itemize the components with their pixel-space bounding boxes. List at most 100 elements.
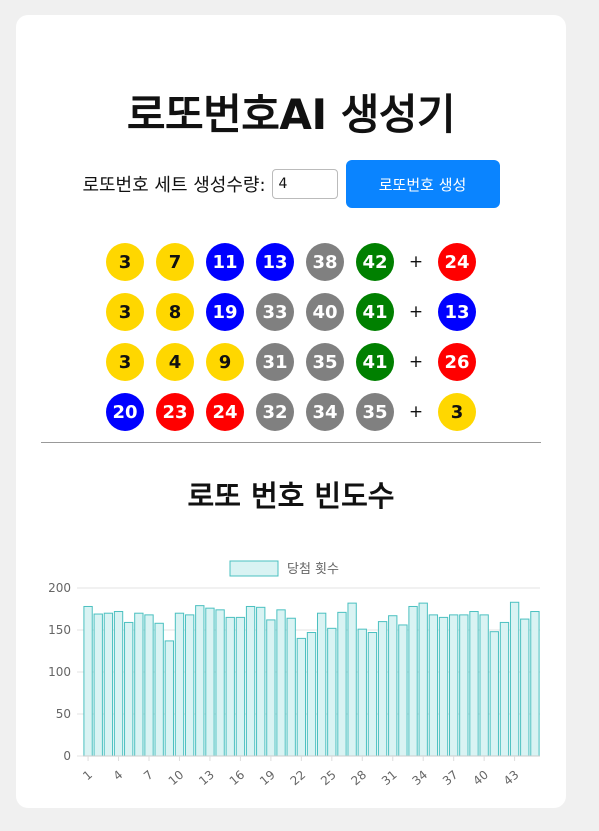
- plus-sign: +: [408, 252, 424, 272]
- bar-13: [205, 607, 215, 757]
- bar-45: [530, 611, 540, 757]
- bar-25: [327, 627, 337, 757]
- bar-43: [509, 601, 520, 757]
- controls-bar: 로또번호 세트 생성수량: 로또번호 생성: [16, 160, 566, 208]
- lotto-ball: 42: [356, 243, 394, 281]
- frequency-title: 로또 번호 빈도수: [187, 479, 395, 513]
- x-tick-label: 13: [196, 768, 217, 789]
- x-tick-label: 25: [318, 768, 339, 789]
- bar-44: [520, 618, 530, 757]
- bar-11: [184, 614, 195, 757]
- lotto-set-row: 3 8 19 33 40 41 +13: [16, 287, 566, 337]
- bar-41: [489, 631, 499, 757]
- bar-15: [225, 616, 235, 757]
- lotto-ball: 35: [356, 393, 394, 431]
- bar-4: [113, 611, 124, 757]
- x-tick-label: 40: [470, 768, 491, 789]
- x-tick-label: 31: [379, 768, 400, 789]
- y-tick-label: 0: [63, 749, 71, 763]
- bonus-ball: 24: [438, 243, 476, 281]
- divider: [41, 442, 541, 443]
- y-tick-label: 50: [56, 707, 71, 721]
- plus-sign: +: [408, 402, 424, 422]
- page-title: 로또번호AI 생성기: [126, 90, 456, 139]
- bar-36: [438, 616, 449, 757]
- x-tick-label: 43: [501, 768, 522, 789]
- lotto-ball: 3: [106, 293, 144, 331]
- x-tick-label: 34: [409, 768, 430, 789]
- bar-20: [276, 609, 286, 757]
- x-tick-label: 7: [141, 768, 156, 784]
- bar-23: [306, 632, 317, 757]
- x-tick-label: 19: [257, 768, 278, 789]
- bar-29: [367, 632, 378, 757]
- x-tick-label: 22: [288, 768, 309, 789]
- bar-26: [337, 611, 347, 757]
- lotto-ball: 41: [356, 293, 394, 331]
- bonus-ball: 13: [438, 293, 476, 331]
- lotto-ball: 3: [106, 343, 144, 381]
- bar-5: [124, 621, 134, 757]
- x-tick-label: 1: [80, 768, 95, 784]
- lotto-ball: 33: [256, 293, 294, 331]
- y-tick-label: 200: [48, 581, 71, 595]
- bar-14: [215, 609, 225, 757]
- lotto-ball: 3: [106, 243, 144, 281]
- set-count-input[interactable]: [271, 169, 338, 199]
- y-tick-label: 100: [48, 665, 71, 679]
- lotto-ball: 40: [306, 293, 344, 331]
- bar-19: [266, 619, 276, 757]
- bar-9: [164, 640, 174, 757]
- bar-10: [174, 612, 185, 757]
- lotto-ball: 4: [156, 343, 194, 381]
- bar-1: [83, 605, 93, 757]
- x-tick-label: 28: [349, 768, 370, 789]
- lotto-ball: 20: [106, 393, 144, 431]
- lotto-ball: 34: [306, 393, 344, 431]
- plus-sign: +: [408, 352, 424, 372]
- bar-40: [479, 614, 489, 757]
- bar-28: [357, 628, 367, 757]
- bar-39: [469, 611, 479, 757]
- bar-33: [408, 605, 418, 757]
- lotto-ball: 32: [256, 393, 294, 431]
- bar-7: [144, 614, 154, 757]
- bar-34: [418, 602, 428, 757]
- legend-swatch: [229, 560, 279, 577]
- x-tick-label: 10: [166, 768, 187, 789]
- bar-3: [103, 612, 114, 757]
- lotto-set-row: 3 7 11 13 38 42 +24: [16, 237, 566, 287]
- bar-35: [428, 614, 439, 757]
- bar-18: [256, 606, 266, 757]
- generate-button[interactable]: 로또번호 생성: [345, 160, 500, 208]
- x-tick-label: 16: [227, 768, 248, 789]
- bonus-ball: 3: [438, 393, 476, 431]
- bar-31: [388, 615, 398, 757]
- bar-12: [195, 605, 205, 757]
- lotto-ball: 38: [306, 243, 344, 281]
- bar-38: [459, 614, 469, 757]
- lotto-ball: 9: [206, 343, 244, 381]
- frequency-chart: 당첨 횟수 0 50 100 150 200 1 4 7 10 13 16 19 22 25 28 31 34 37…: [48, 560, 540, 789]
- lotto-ball: 7: [156, 243, 194, 281]
- bar-16: [235, 616, 246, 757]
- lotto-ball: 23: [156, 393, 194, 431]
- lotto-ball: 35: [306, 343, 344, 381]
- set-count-label: 로또번호 세트 생성수량:: [82, 175, 266, 196]
- legend-label: 당첨 횟수: [287, 562, 339, 577]
- x-tick-label: 37: [440, 768, 461, 789]
- bar-24: [316, 612, 327, 757]
- bar-21: [286, 617, 296, 757]
- bar-30: [377, 621, 388, 757]
- bonus-ball: 26: [438, 343, 476, 381]
- bar-6: [134, 612, 144, 757]
- bar-22: [296, 637, 307, 757]
- lotto-ball: 11: [206, 243, 244, 281]
- lotto-ball: 41: [356, 343, 394, 381]
- bar-37: [449, 614, 459, 757]
- bar-27: [347, 602, 357, 757]
- lotto-ball: 13: [256, 243, 294, 281]
- lotto-set-row: 3 4 9 31 35 41 +26: [16, 337, 566, 387]
- lotto-ball: 8: [156, 293, 194, 331]
- bar-42: [499, 621, 510, 757]
